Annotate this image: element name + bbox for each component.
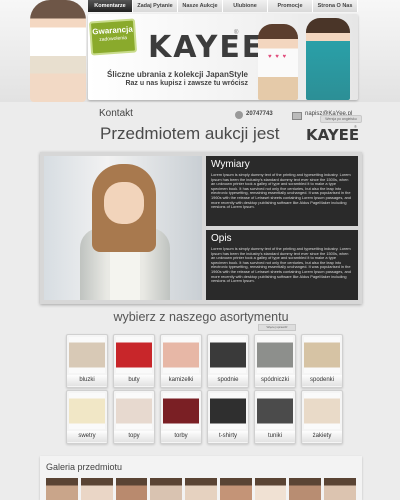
model-photo-right: [306, 18, 350, 100]
badge-subtitle: zadowolenia: [99, 35, 128, 43]
category-thumbnail: [257, 393, 293, 429]
photo-face: [104, 182, 144, 224]
category-tile[interactable]: topy: [113, 390, 155, 444]
hearts-pattern: ♥ ♥ ♥: [268, 54, 288, 60]
category-label: torby: [161, 431, 201, 442]
gallery-thumbnail[interactable]: [219, 478, 252, 500]
phone-icon: [235, 111, 243, 119]
category-label: spodnie: [208, 375, 248, 386]
category-label: spodenki: [302, 375, 342, 386]
description-text: Lorem Ipsum is simply dummy text of the …: [211, 246, 351, 284]
page: Gwarancja zadowolenia KAYEE ® Śliczne ub…: [0, 0, 400, 500]
brand-logo-mark: ®: [234, 30, 239, 36]
category-tile[interactable]: spódniczki: [254, 334, 296, 388]
gallery-panel: Galeria przedmiotu: [40, 456, 362, 500]
gallery-thumbnail[interactable]: [80, 478, 113, 500]
description-box: Opis Lorem Ipsum is simply dummy text of…: [206, 230, 358, 300]
category-tile[interactable]: buty: [113, 334, 155, 388]
nav-item-ulubione[interactable]: Ulubione: [223, 0, 268, 12]
category-tile[interactable]: kamizelki: [160, 334, 202, 388]
category-tile[interactable]: spodenki: [301, 334, 343, 388]
category-thumbnail: [304, 393, 340, 429]
gallery-strip: [46, 478, 357, 500]
gallery-thumbnail[interactable]: [46, 478, 78, 500]
dimensions-title: Wymiary: [211, 159, 250, 170]
category-section: wybierz z naszego asortymentu Więcej spr…: [40, 308, 362, 458]
description-title: Opis: [211, 233, 232, 244]
category-thumbnail: [116, 393, 152, 429]
gallery-thumbnail[interactable]: [185, 478, 217, 500]
slogan-line-2: Raz u nas kupisz i zawsze tu wrócisz: [125, 80, 248, 87]
category-thumbnail: [210, 393, 246, 429]
dimensions-text: Lorem Ipsum is simply dummy text of the …: [211, 172, 351, 210]
gallery-thumbnail[interactable]: [150, 478, 183, 500]
page-title: Przedmiotem aukcji jest: [100, 124, 280, 143]
nav-item-strona-o-nas[interactable]: Strona O Nas: [313, 0, 358, 12]
category-heading: wybierz z naszego asortymentu: [113, 310, 289, 324]
category-thumbnail: [210, 337, 246, 373]
title-row: Przedmiotem aukcji jest KAYEE ®: [96, 124, 360, 146]
category-tile[interactable]: spodnie: [207, 334, 249, 388]
category-label: spódniczki: [255, 375, 295, 386]
category-tile[interactable]: torby: [160, 390, 202, 444]
gallery-thumbnail[interactable]: [254, 478, 287, 500]
category-thumbnail: [257, 337, 293, 373]
gallery-thumbnail[interactable]: [115, 478, 148, 500]
gallery-thumbnail[interactable]: [289, 478, 322, 500]
category-tile[interactable]: swetry: [66, 390, 108, 444]
product-panel: Wymiary Lorem Ipsum is simply dummy text…: [40, 152, 362, 304]
phone-number[interactable]: 20747743: [246, 111, 273, 117]
category-thumbnail: [304, 337, 340, 373]
category-label: swetry: [67, 431, 107, 442]
product-photo: [44, 156, 202, 300]
category-label: kamizelki: [161, 375, 201, 386]
more-categories-button[interactable]: Więcej sprawdź: [258, 324, 296, 331]
mail-icon: [292, 112, 302, 120]
category-label: tuniki: [255, 431, 295, 442]
dimensions-box: Wymiary Lorem Ipsum is simply dummy text…: [206, 156, 358, 226]
category-thumbnail: [163, 393, 199, 429]
category-tile[interactable]: t-shirty: [207, 390, 249, 444]
category-thumbnail: [69, 337, 105, 373]
category-label: bluzki: [67, 375, 107, 386]
gallery-title: Galeria przedmiotu: [46, 462, 123, 472]
category-tile[interactable]: tuniki: [254, 390, 296, 444]
guarantee-badge: Gwarancja zadowolenia: [88, 18, 138, 56]
category-thumbnail: [163, 337, 199, 373]
language-button[interactable]: Wersja po angielsku: [320, 115, 362, 123]
category-label: żakiety: [302, 431, 342, 442]
top-nav: Komentarze Zadaj Pytanie Nasze Aukcje Ul…: [88, 0, 358, 12]
category-tile[interactable]: żakiety: [301, 390, 343, 444]
slogan-line-1: Śliczne ubrania z kolekcji JapanStyle: [107, 70, 248, 79]
brand-logo: KAYEE: [148, 30, 265, 65]
header: Gwarancja zadowolenia KAYEE ® Śliczne ub…: [0, 0, 400, 102]
category-tile[interactable]: bluzki: [66, 334, 108, 388]
category-label: buty: [114, 375, 154, 386]
nav-item-zadaj-pytanie[interactable]: Zadaj Pytanie: [133, 0, 178, 12]
nav-item-nasze-aukcje[interactable]: Nasze Aukcje: [178, 0, 223, 12]
nav-item-promocje[interactable]: Promocje: [268, 0, 313, 12]
brand-logo-small-mark: ®: [354, 124, 357, 129]
category-thumbnail: [116, 337, 152, 373]
category-thumbnail: [69, 393, 105, 429]
brand-logo-small: KAYEE: [306, 126, 360, 144]
category-label: topy: [114, 431, 154, 442]
gallery-thumbnail[interactable]: [324, 478, 357, 500]
contact-label: Kontakt: [99, 108, 133, 119]
category-label: t-shirty: [208, 431, 248, 442]
nav-item-komentarze[interactable]: Komentarze: [88, 0, 133, 12]
model-photo-middle: [258, 24, 298, 100]
model-photo-left: [30, 0, 86, 102]
